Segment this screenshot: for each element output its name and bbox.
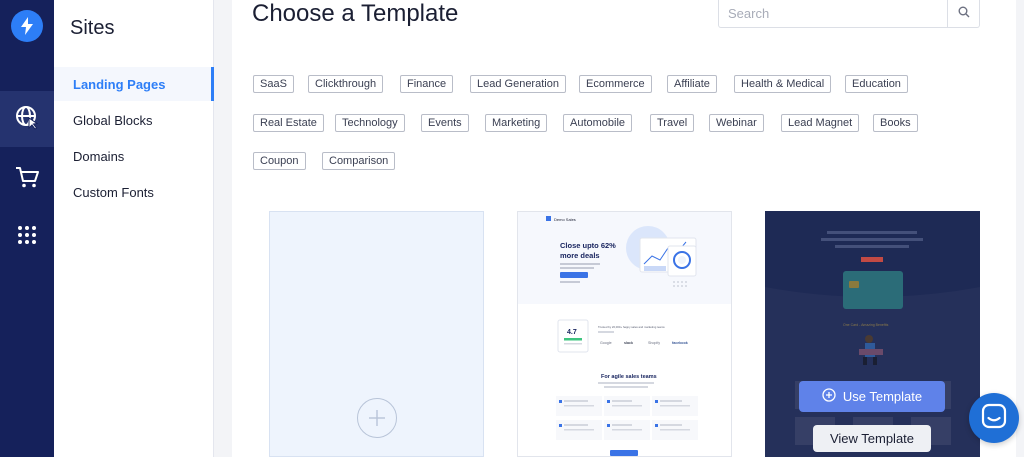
plus-circle-icon xyxy=(822,388,836,405)
template-preview-credit: One Card - Amazing Benefits xyxy=(765,211,980,457)
sales-trusted-text: Trusted by 20,000+ happy sales and marke… xyxy=(598,325,665,329)
use-template-button[interactable]: Use Template xyxy=(799,381,945,412)
chat-launcher-button[interactable] xyxy=(969,393,1019,443)
sales-rating: 4.7 xyxy=(567,329,577,336)
sales-logo-0: Google xyxy=(600,341,612,345)
plus-icon xyxy=(357,398,397,438)
sidebar-item-domains[interactable]: Domains xyxy=(54,139,214,173)
search-box xyxy=(718,0,980,28)
credit-caption: One Card - Amazing Benefits xyxy=(843,323,889,327)
sales-headline-1: Close upto 62% xyxy=(560,241,616,250)
rail-item-store[interactable] xyxy=(0,151,54,207)
cart-icon xyxy=(14,165,40,194)
sales-logo-3: facebook xyxy=(672,341,688,345)
page-title: Choose a Template xyxy=(252,0,459,27)
sites-sidebar: Sites Landing Pages Global Blocks Domain… xyxy=(54,0,214,457)
tag-travel[interactable]: Travel xyxy=(650,114,695,132)
sidebar-item-landing-pages[interactable]: Landing Pages xyxy=(54,67,214,101)
tag-ecommerce[interactable]: Ecommerce xyxy=(579,75,652,93)
view-template-button[interactable]: View Template xyxy=(813,425,931,452)
tag-lead-magnet[interactable]: Lead Magnet xyxy=(781,114,860,132)
template-card-sales[interactable]: Demo Sales Close upto 62% more deals 4.7 xyxy=(517,211,732,457)
search-input[interactable] xyxy=(719,0,948,27)
search-button[interactable] xyxy=(947,0,979,27)
apps-grid-icon xyxy=(17,225,37,250)
sidebar-title: Sites xyxy=(70,17,115,39)
sales-headline-2: more deals xyxy=(560,251,600,260)
globe-icon xyxy=(14,104,40,135)
template-preview-sales: Demo Sales Close upto 62% more deals 4.7 xyxy=(518,212,731,456)
tag-automobile[interactable]: Automobile xyxy=(563,114,633,132)
icon-rail xyxy=(0,0,54,457)
bolt-logo-icon[interactable] xyxy=(11,10,43,42)
search-icon xyxy=(958,5,970,23)
tag-technology[interactable]: Technology xyxy=(335,114,405,132)
tag-health-medical[interactable]: Health & Medical xyxy=(734,75,832,93)
tag-coupon[interactable]: Coupon xyxy=(253,152,306,170)
blank-template-card[interactable] xyxy=(269,211,484,457)
sidebar-item-global-blocks[interactable]: Global Blocks xyxy=(54,103,214,137)
sales-section-title: For agile sales teams xyxy=(601,374,657,380)
tag-education[interactable]: Education xyxy=(845,75,908,93)
sidebar-item-custom-fonts[interactable]: Custom Fonts xyxy=(54,175,214,209)
tag-books[interactable]: Books xyxy=(873,114,918,132)
tag-events[interactable]: Events xyxy=(421,114,469,132)
app-root: Sites Landing Pages Global Blocks Domain… xyxy=(0,0,1024,457)
sales-logo-2: Shopify xyxy=(648,341,660,345)
tag-clickthrough[interactable]: Clickthrough xyxy=(308,75,384,93)
sales-brand: Demo Sales xyxy=(554,217,576,222)
sales-logo-1: slack xyxy=(624,341,633,345)
main-panel: Choose a Template SaaS Clickthrough Fina… xyxy=(232,0,1016,457)
tag-finance[interactable]: Finance xyxy=(400,75,454,93)
tag-comparison[interactable]: Comparison xyxy=(322,152,396,170)
tag-saas[interactable]: SaaS xyxy=(253,75,294,93)
rail-item-sites[interactable] xyxy=(0,91,54,147)
chat-icon xyxy=(981,403,1007,434)
use-template-label: Use Template xyxy=(842,389,923,404)
tag-real-estate[interactable]: Real Estate xyxy=(253,114,324,132)
tag-lead-generation[interactable]: Lead Generation xyxy=(470,75,566,93)
rail-item-apps[interactable] xyxy=(0,209,54,265)
tag-marketing[interactable]: Marketing xyxy=(485,114,548,132)
tag-affiliate[interactable]: Affiliate xyxy=(667,75,717,93)
template-card-credit[interactable]: One Card - Amazing Benefits xyxy=(765,211,980,457)
tag-webinar[interactable]: Webinar xyxy=(709,114,764,132)
